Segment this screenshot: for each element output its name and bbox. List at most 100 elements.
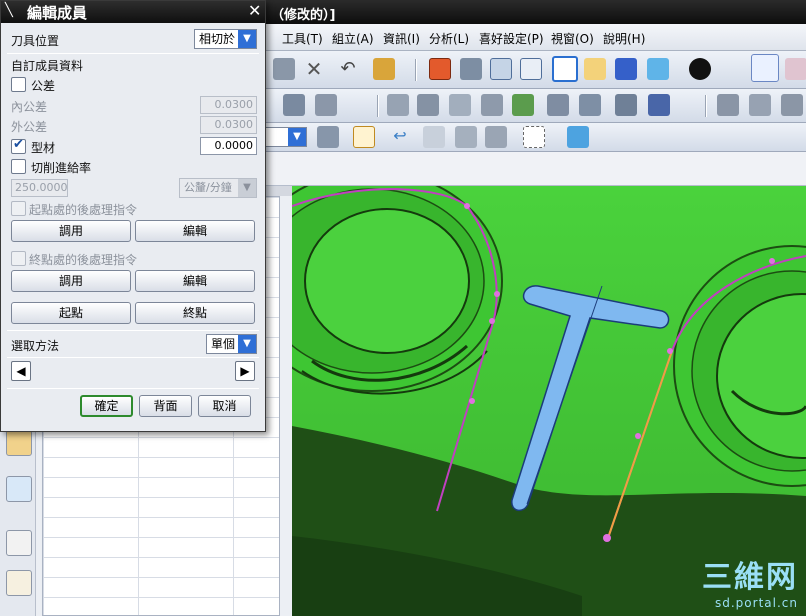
toolbar-row-2 — [265, 89, 806, 123]
generate-icon[interactable] — [512, 94, 534, 116]
menu-analysis[interactable]: 分析(L) — [429, 30, 469, 47]
ok-button[interactable]: 確定 — [80, 395, 133, 417]
watermark: 三維网 sd.portal.cn — [702, 552, 798, 610]
process-list-icon[interactable] — [6, 570, 32, 596]
feature-icon[interactable] — [717, 94, 739, 116]
rotate-icon[interactable] — [552, 56, 578, 82]
left-boss-face — [304, 208, 470, 354]
graphics-viewport[interactable]: 三維网 sd.portal.cn — [292, 186, 806, 616]
path-point[interactable] — [494, 291, 500, 297]
path-end-point[interactable] — [603, 534, 611, 542]
delete-operation-icon[interactable] — [315, 94, 337, 116]
perspective-icon[interactable] — [615, 58, 637, 80]
transform-icon[interactable] — [455, 126, 477, 148]
path-point[interactable] — [464, 203, 470, 209]
stock-checkbox[interactable] — [11, 137, 26, 154]
snap-icon[interactable] — [317, 126, 339, 148]
end-call-button[interactable]: 調用 — [11, 270, 131, 292]
simulate-icon[interactable] — [449, 94, 471, 116]
verify-icon[interactable] — [417, 94, 439, 116]
pan-icon[interactable] — [584, 58, 606, 80]
divider — [7, 357, 259, 358]
toolbar-separator — [377, 95, 379, 117]
filter-dropdown[interactable]: ▼ — [265, 127, 307, 147]
pin-icon[interactable]: ╲ — [5, 3, 13, 18]
stock-field[interactable]: 0.0000 — [200, 137, 257, 155]
menu-preferences[interactable]: 喜好設定(P) — [479, 30, 544, 47]
tolerance-checkbox[interactable] — [11, 77, 26, 92]
operation-icon[interactable] — [283, 94, 305, 116]
menu-window[interactable]: 視窗(O) — [551, 30, 594, 47]
group-icon[interactable] — [749, 94, 771, 116]
cancel-button[interactable]: 取消 — [198, 395, 251, 417]
menu-help[interactable]: 說明(H) — [603, 30, 645, 47]
cut-feed-checkbox[interactable] — [11, 159, 26, 174]
selection-method-dropdown[interactable]: 單個 ▼ — [206, 334, 257, 354]
path-point[interactable] — [667, 348, 673, 354]
wcs-icon[interactable] — [751, 54, 779, 82]
start-postprocess-checkbox[interactable] — [11, 201, 26, 216]
method-icon[interactable] — [781, 94, 803, 116]
list-icon[interactable] — [547, 94, 569, 116]
menu-bar: 工具(T) 組立(A) 資訊(I) 分析(L) 喜好設定(P) 視窗(O) 說明… — [265, 24, 806, 51]
back-button[interactable]: 背面 — [139, 395, 192, 417]
feed-unit-value: 公釐/分鐘 — [184, 181, 232, 194]
start-postprocess-label: 起點處的後處理指令 — [29, 203, 138, 217]
main-title-bar: （修改的）] — [265, 0, 806, 24]
start-edit-button[interactable]: 編輯 — [135, 220, 255, 242]
chevron-down-icon: ▼ — [238, 30, 256, 48]
next-member-button[interactable]: ▶ — [235, 361, 255, 381]
toolbar-separator — [415, 59, 417, 81]
tool-path-icon[interactable] — [387, 94, 409, 116]
resource-bar — [0, 420, 36, 616]
paste-icon[interactable] — [273, 58, 295, 80]
path-point[interactable] — [489, 318, 495, 324]
start-point-button[interactable]: 起點 — [11, 302, 131, 324]
point-select-icon[interactable] — [353, 126, 375, 148]
return-icon[interactable]: ↩ — [389, 126, 411, 148]
info-icon[interactable] — [373, 58, 395, 80]
path-point[interactable] — [469, 398, 475, 404]
postprocess-icon[interactable] — [481, 94, 503, 116]
path-point[interactable] — [769, 258, 775, 264]
end-point-button[interactable]: 終點 — [135, 302, 255, 324]
cut-feed-field[interactable]: 250.0000 — [11, 179, 68, 197]
box-select-icon[interactable] — [523, 126, 545, 148]
outer-tolerance-field[interactable]: 0.0300 — [200, 116, 257, 134]
fit-icon[interactable] — [429, 58, 451, 80]
zoom-icon[interactable] — [520, 58, 542, 80]
path-point[interactable] — [635, 433, 641, 439]
toolbar-row-1: ✕ ↶ — [265, 51, 806, 89]
end-edit-button[interactable]: 編輯 — [135, 270, 255, 292]
assembly-navigator-icon[interactable] — [6, 430, 32, 456]
zoom-window-icon[interactable] — [460, 58, 482, 80]
tool-position-dropdown[interactable]: 相切於 ▼ — [194, 29, 257, 49]
selection-method-value: 單個 — [211, 337, 236, 351]
edit-member-dialog: ╲ 編輯成員 刀具位置 相切於 ▼ 自訂成員資料 公差 內公差 0.0300 外… — [0, 0, 266, 432]
shaded-view-icon[interactable] — [647, 58, 669, 80]
cube-icon[interactable] — [567, 126, 589, 148]
close-icon[interactable]: ✕ — [248, 1, 261, 20]
history-clock-icon[interactable] — [6, 530, 32, 556]
feed-unit-dropdown[interactable]: 公釐/分鐘 ▼ — [179, 178, 257, 198]
delete-icon[interactable]: ✕ — [303, 58, 325, 80]
machine-icon[interactable] — [615, 94, 637, 116]
menu-tools[interactable]: 工具(T) — [282, 30, 323, 47]
shop-doc-icon[interactable] — [579, 94, 601, 116]
previous-member-button[interactable]: ◀ — [11, 361, 31, 381]
eraser-icon[interactable] — [423, 126, 445, 148]
report-icon[interactable] — [648, 94, 670, 116]
web-browser-icon[interactable] — [6, 476, 32, 502]
start-call-button[interactable]: 調用 — [11, 220, 131, 242]
zoom-area-icon[interactable] — [490, 58, 512, 80]
undo-icon[interactable]: ↶ — [337, 58, 359, 80]
move-icon[interactable] — [485, 126, 507, 148]
render-style-icon[interactable] — [689, 58, 711, 80]
menu-assembly[interactable]: 組立(A) — [332, 30, 374, 47]
csys-icon[interactable] — [785, 58, 806, 80]
dialog-title-bar[interactable]: ╲ 編輯成員 — [1, 1, 265, 23]
inner-tolerance-field[interactable]: 0.0300 — [200, 96, 257, 114]
end-postprocess-checkbox[interactable] — [11, 251, 26, 266]
menu-info[interactable]: 資訊(I) — [383, 30, 420, 47]
selection-method-label: 選取方法 — [11, 339, 60, 353]
